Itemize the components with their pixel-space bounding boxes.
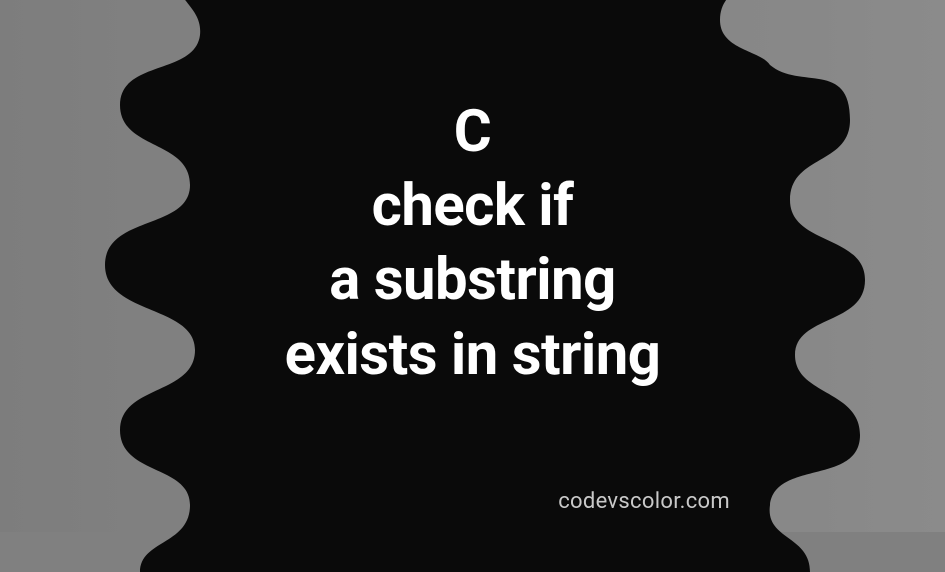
- title-line-4: exists in string: [0, 318, 945, 392]
- title-block: C check if a substring exists in string: [0, 95, 945, 392]
- title-line-1: C: [0, 95, 945, 169]
- watermark-text: codevscolor.com: [558, 489, 730, 514]
- title-line-3: a substring: [0, 243, 945, 317]
- thumbnail-canvas: C check if a substring exists in string …: [0, 0, 945, 532]
- title-line-2: check if: [0, 169, 945, 243]
